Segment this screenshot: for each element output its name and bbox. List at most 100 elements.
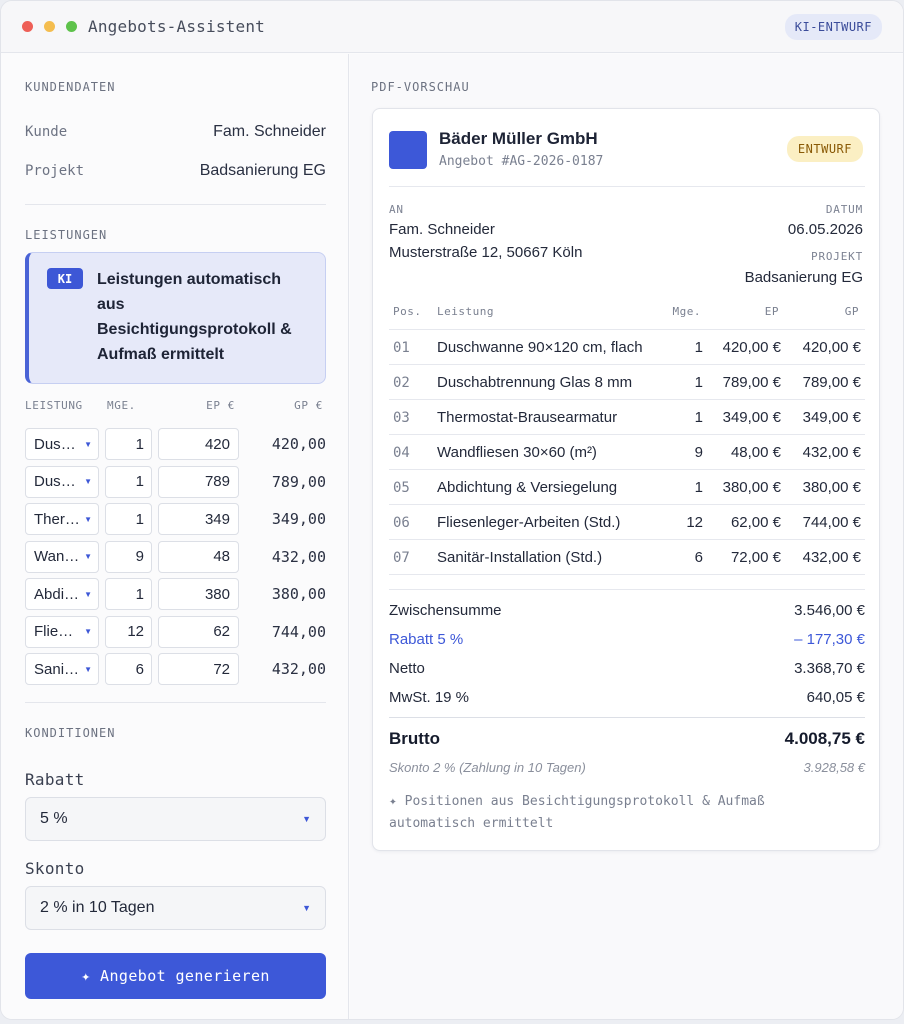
gesamtpreis-value: 789,00: [271, 472, 326, 491]
menge-input[interactable]: 1: [105, 578, 152, 610]
menge-input[interactable]: 1: [105, 465, 152, 498]
maximize-window-button[interactable]: [66, 21, 77, 32]
gesamtpreis-value: 432,00: [271, 660, 326, 678]
pos-number: 07: [393, 549, 410, 566]
menge-input[interactable]: 1: [105, 428, 152, 460]
leistung-select[interactable]: Duschabtrennung Glas 8 mm ▼: [25, 465, 99, 498]
menge-value: 1: [694, 479, 703, 496]
menge-value: 1: [694, 409, 703, 426]
skonto-select[interactable]: 2 % in 10 Tagen ▼: [25, 886, 326, 930]
einzelpreis-input[interactable]: 62: [158, 615, 239, 648]
rabatt-label: Rabatt: [25, 770, 85, 789]
leistung-select[interactable]: Fliesenleger-Arbeiten (Std.) ▼: [25, 615, 99, 648]
ki-text-line: Leistungen automatisch: [97, 271, 282, 288]
pdf-document: Bäder Müller GmbH Angebot #AG-2026-0187 …: [372, 108, 880, 851]
leistung-text: Duschwanne 90×120 cm, flach: [437, 339, 643, 356]
title-bar: Angebots-Assistent KI-ENTWURF: [1, 1, 903, 53]
col-leistung: LEISTUNG: [25, 399, 83, 412]
position-row: 02 Duschabtrennung Glas 8 mm 1 789,00 € 789,…: [389, 364, 865, 399]
leistung-select[interactable]: Duschwanne 90×120 cm, flach ▼: [25, 428, 99, 460]
leistung-text: Fliesenleger-Arbeiten (Std.): [437, 514, 621, 531]
einzelpreis-value: 48,00 €: [730, 444, 781, 461]
close-window-button[interactable]: [22, 21, 33, 32]
menge-input[interactable]: 6: [105, 653, 152, 685]
einzelpreis-input[interactable]: 72: [158, 653, 239, 685]
leistung-text: Abdichtung & Versiegelung: [437, 479, 618, 496]
mwst-value: 640,05 €: [806, 689, 865, 706]
minimize-window-button[interactable]: [44, 21, 55, 32]
einzelpreis-input[interactable]: 420: [158, 428, 239, 460]
chevron-down-icon: ▼: [84, 439, 92, 449]
datum-value: 06.05.2026: [787, 221, 863, 238]
position-row: 04 Wandfliesen 30×60 (m²) 9 48,00 € 432,00 €: [389, 434, 865, 469]
netto-label: Netto: [389, 660, 425, 677]
zwischensumme-value: 3.546,00 €: [794, 602, 865, 619]
skonto-select-value: 2 % in 10 Tagen: [40, 899, 155, 916]
chevron-down-icon: ▼: [302, 814, 311, 824]
chevron-down-icon: ▼: [84, 514, 92, 524]
projekt-label: PROJEKT: [811, 250, 863, 263]
gesamtpreis-value: 789,00 €: [802, 374, 861, 391]
pdf-preview-heading: PDF-VORSCHAU: [371, 80, 470, 94]
col-mge: MGE.: [107, 399, 136, 412]
leistung-select[interactable]: Wandfliesen 30×60 (m²) ▼: [25, 540, 99, 573]
gesamtpreis-value: 744,00 €: [802, 514, 861, 531]
projekt-label: Projekt: [25, 163, 85, 179]
menge-input[interactable]: 1: [105, 503, 152, 535]
leistung-row: Abdichtung & Versiegelung ▼ 1380 380,00: [25, 578, 326, 610]
leistung-select-value: Duschwanne 90×120 cm, flach: [34, 435, 80, 453]
leistung-select[interactable]: Thermostat-Brausearmatur ▼: [25, 503, 99, 535]
zwischensumme-label: Zwischensumme: [389, 602, 502, 619]
position-row: 03 Thermostat-Brausearmatur 1 349,00 € 349,0…: [389, 399, 865, 434]
gesamtpreis-value: 420,00 €: [802, 339, 861, 356]
skonto-label: Skonto 2 % (Zahlung in 10 Tagen): [389, 760, 586, 775]
leistung-text: Wandfliesen 30×60 (m²): [437, 444, 597, 461]
recipient-address: Musterstraße 12, 50667 Köln: [389, 244, 583, 261]
divider: [389, 186, 865, 187]
position-row: 05 Abdichtung & Versiegelung 1 380,00 € 380,…: [389, 469, 865, 504]
menge-value: 1: [694, 374, 703, 391]
kunde-value: Fam. Schneider: [213, 123, 326, 140]
col-mge: Mge.: [672, 305, 701, 318]
note-line: ✦ Positionen aus Besichtigungsprotokoll …: [389, 794, 765, 809]
status-badge: ENTWURF: [786, 136, 863, 162]
rabatt-select[interactable]: 5 % ▼: [25, 797, 326, 841]
pos-number: 02: [393, 374, 410, 391]
einzelpreis-value: 380,00 €: [722, 479, 781, 496]
divider: [389, 589, 865, 590]
leistung-select-value: Thermostat-Brausearmatur: [34, 510, 80, 528]
einzelpreis-input[interactable]: 789: [158, 465, 239, 498]
skonto-label: Skonto: [25, 859, 85, 878]
einzelpreis-input[interactable]: 48: [158, 540, 239, 573]
leistung-text: Sanitär-Installation (Std.): [437, 549, 603, 566]
brutto-label: Brutto: [389, 729, 440, 748]
projekt-row: Projekt Badsanierung EG: [25, 162, 326, 180]
gesamtpreis-value: 380,00 €: [802, 479, 861, 496]
leistung-select[interactable]: Sanitär-Installation (Std.) ▼: [25, 653, 99, 685]
einzelpreis-input[interactable]: 349: [158, 503, 239, 535]
leistung-row: Sanitär-Installation (Std.) ▼ 672 432,00: [25, 653, 326, 685]
menge-input[interactable]: 9: [105, 540, 152, 573]
chevron-down-icon: ▼: [84, 664, 92, 674]
leistung-select-value: Sanitär-Installation (Std.): [34, 660, 80, 678]
pos-number: 03: [393, 409, 410, 426]
leistung-row: Duschabtrennung Glas 8 mm ▼ 1789 789,00: [25, 465, 326, 498]
menge-value: 1: [694, 339, 703, 356]
leistung-select[interactable]: Abdichtung & Versiegelung ▼: [25, 578, 99, 610]
generate-offer-button[interactable]: ✦ Angebot generieren: [25, 953, 326, 999]
einzelpreis-value: 420,00 €: [722, 339, 781, 356]
ki-info-box: KI Leistungen automatisch aus Besichtigu…: [25, 252, 326, 384]
leistung-row: Duschwanne 90×120 cm, flach ▼ 1420 420,00: [25, 428, 326, 460]
gesamtpreis-value: 420,00: [271, 435, 326, 453]
divider: [389, 717, 865, 718]
leistung-select-value: Duschabtrennung Glas 8 mm: [34, 473, 80, 490]
einzelpreis-input[interactable]: 380: [158, 578, 239, 610]
menge-input[interactable]: 12: [105, 615, 152, 648]
leistung-text: Thermostat-Brausearmatur: [437, 409, 618, 426]
recipient-name: Fam. Schneider: [389, 221, 495, 238]
leistung-select-value: Abdichtung & Versiegelung: [34, 585, 80, 603]
pos-number: 04: [393, 444, 410, 461]
brutto-row: Brutto 4.008,75 €: [389, 729, 865, 749]
divider: [25, 702, 326, 703]
ki-tag: KI: [47, 268, 83, 289]
